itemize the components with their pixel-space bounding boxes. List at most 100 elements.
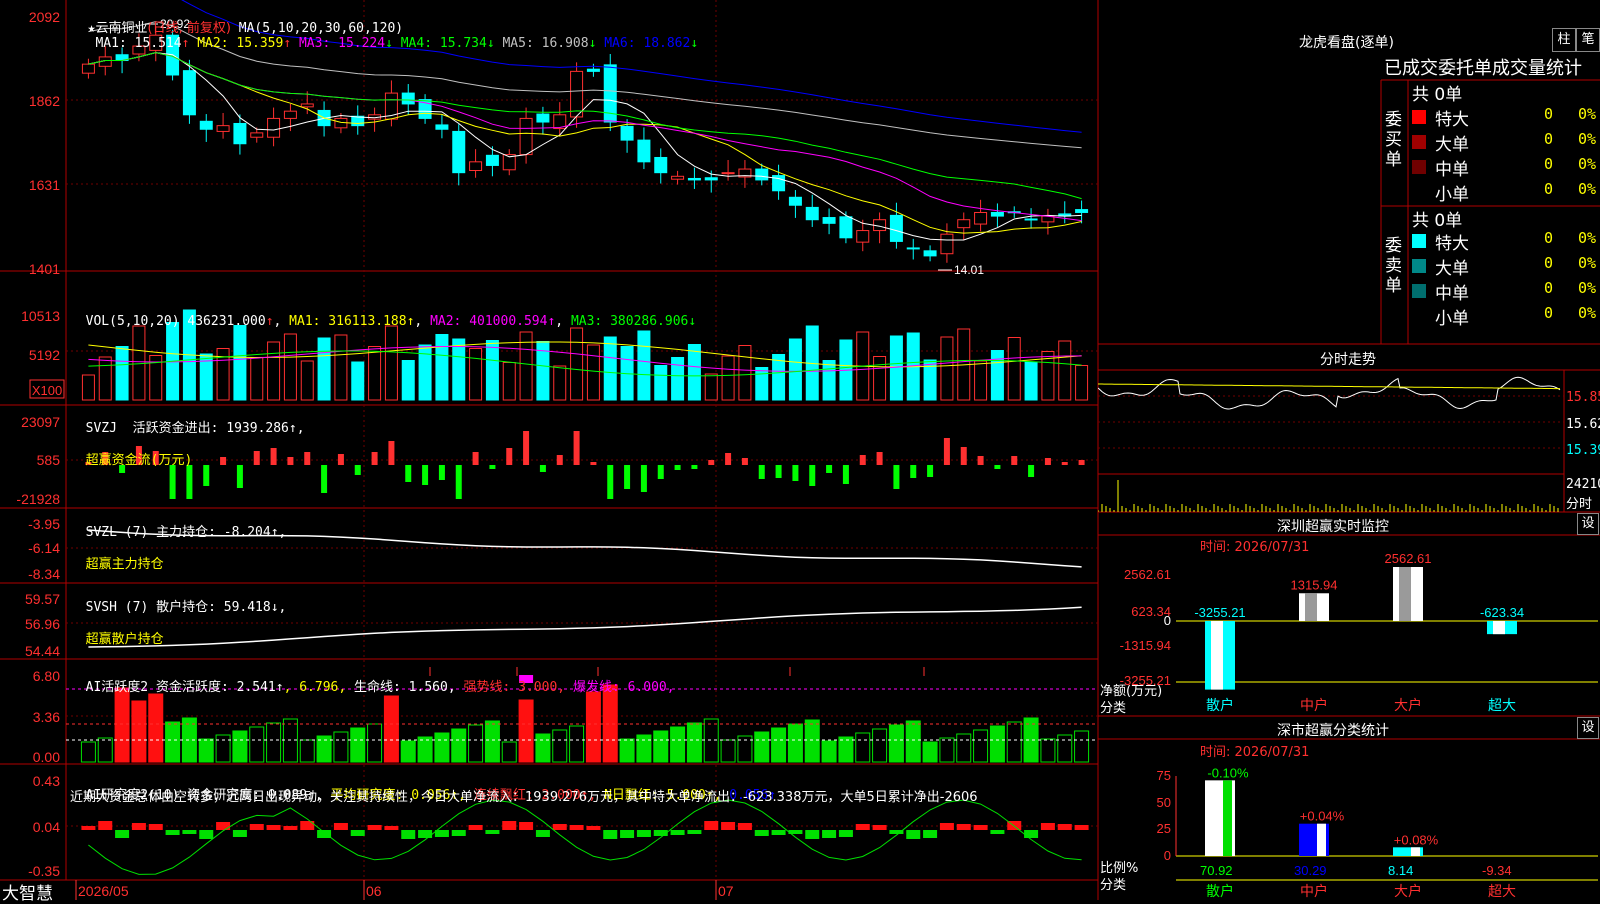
sell-side-label: 委卖单 bbox=[1385, 236, 1402, 296]
volume-bar bbox=[553, 365, 567, 401]
y-tick-research: 0.43 bbox=[33, 773, 60, 789]
volume-bar bbox=[755, 367, 769, 401]
color-swatch bbox=[1412, 234, 1426, 248]
intraday-mid: 15.62 bbox=[1566, 417, 1600, 432]
color-swatch bbox=[1412, 110, 1426, 124]
ai-research-bars bbox=[81, 799, 1089, 875]
ai-activity-bar bbox=[451, 728, 467, 763]
monitor-bar-value: 2562.61 bbox=[1385, 551, 1432, 566]
ma-params: MA(5,10,20,30,60,120) bbox=[238, 21, 404, 36]
monitor-category: 超大 bbox=[1488, 698, 1516, 714]
svsh-sub: 超赢散户持仓 bbox=[85, 632, 164, 647]
ai-activity-bar bbox=[838, 736, 854, 763]
research-bar bbox=[1057, 824, 1072, 830]
candle-body bbox=[283, 110, 297, 119]
order-row: 大单 0 0% bbox=[1410, 130, 1600, 155]
classify-bar-change: -0.10% bbox=[1207, 765, 1249, 780]
vol-label: VOL(5,10,20) bbox=[85, 314, 180, 329]
ai-activity-bar bbox=[602, 684, 618, 763]
svzl-sub: 超赢主力持仓 bbox=[85, 557, 164, 572]
research-bar bbox=[822, 830, 837, 838]
order-size-label: 特大 bbox=[1435, 110, 1469, 130]
y-tick-svsh: 59.57 bbox=[25, 591, 60, 607]
ai-activity-bar bbox=[383, 695, 399, 763]
y-tick-svzj: 23097 bbox=[21, 414, 60, 430]
volume-bar bbox=[603, 336, 617, 401]
ai-activity-bar bbox=[400, 740, 416, 763]
research-bar bbox=[98, 821, 113, 830]
color-swatch bbox=[1412, 284, 1426, 298]
order-pct: 0% bbox=[1578, 279, 1597, 297]
y-tick-svzj: 585 bbox=[37, 452, 61, 468]
ai-activity-bar bbox=[535, 733, 551, 763]
monitor-x-label: 分类 bbox=[1100, 701, 1127, 716]
order-row: 中单 0 0% bbox=[1410, 279, 1600, 304]
color-swatch bbox=[1412, 259, 1426, 273]
order-count: 0 bbox=[1544, 130, 1554, 148]
y-tick-price: 1862 bbox=[29, 93, 60, 109]
research-bar bbox=[906, 830, 921, 839]
classify-settings-button[interactable]: 设 bbox=[1577, 717, 1599, 739]
research-bar bbox=[1040, 823, 1055, 830]
candle-body bbox=[586, 68, 600, 72]
volume-bar bbox=[687, 344, 701, 401]
monitor-bar bbox=[1299, 593, 1329, 621]
order-count: 0 bbox=[1544, 105, 1554, 123]
research-bar bbox=[199, 830, 214, 839]
order-size-label: 小单 bbox=[1435, 185, 1469, 205]
ai-activity-bar bbox=[804, 719, 820, 763]
y-tick-vol: 10513 bbox=[21, 308, 60, 324]
candle-body bbox=[889, 214, 903, 242]
order-row: 小单 0 0% bbox=[1410, 304, 1600, 329]
candle-body bbox=[401, 92, 415, 105]
research-bar bbox=[131, 823, 146, 830]
flow-bar bbox=[607, 465, 614, 499]
research-bar bbox=[805, 830, 820, 839]
order-count: 0 bbox=[1544, 180, 1554, 198]
ai-activity-bar bbox=[434, 732, 450, 763]
intraday-title: 分时走势 bbox=[1320, 352, 1376, 368]
monitor-settings-button[interactable]: 设 bbox=[1577, 513, 1599, 535]
monitor-bar-shade bbox=[1305, 593, 1317, 621]
research-bar bbox=[636, 830, 651, 837]
order-pct: 0% bbox=[1578, 130, 1597, 148]
flow-bar bbox=[876, 452, 883, 465]
buy-side-label: 委买单 bbox=[1385, 110, 1402, 170]
life-line-label: 生命线: 1.560, bbox=[354, 680, 464, 695]
ai-activity-bar bbox=[1040, 738, 1056, 763]
volume-header: VOL(5,10,20) 436231.000↑, MA1: 316113.18… bbox=[85, 314, 697, 329]
monitor-bar bbox=[1393, 567, 1423, 621]
flow-bar bbox=[169, 465, 176, 499]
order-pct: 0% bbox=[1578, 155, 1597, 173]
order-pct: 0% bbox=[1578, 229, 1597, 247]
research-bar bbox=[872, 825, 887, 830]
volume-bar bbox=[317, 337, 331, 401]
volume-bar bbox=[1024, 361, 1038, 401]
volume-bar bbox=[267, 341, 281, 401]
ai-activity-bar bbox=[619, 738, 635, 763]
flow-bar bbox=[624, 465, 631, 489]
order-size-label: 中单 bbox=[1435, 160, 1469, 180]
intraday-chart[interactable] bbox=[1098, 370, 1600, 512]
research-bar bbox=[956, 824, 971, 830]
candlestick-series bbox=[81, 26, 1089, 263]
order-size-label: 大单 bbox=[1435, 259, 1469, 279]
candle-body bbox=[923, 250, 937, 257]
research-bar bbox=[485, 830, 500, 834]
monitor-bar-value: -623.34 bbox=[1480, 605, 1524, 620]
classify-y-tick: 25 bbox=[1157, 821, 1171, 836]
research-bar bbox=[182, 830, 197, 834]
classify-category: 超大 bbox=[1488, 884, 1516, 900]
flow-bar bbox=[1061, 462, 1068, 465]
monitor-category: 大户 bbox=[1394, 697, 1422, 714]
period-label[interactable]: (日线, 前复权) bbox=[148, 21, 231, 36]
research-bar bbox=[434, 830, 449, 837]
ma-value-6: MA6: 18.862 bbox=[596, 36, 691, 51]
candle-body bbox=[81, 63, 95, 74]
flow-bar bbox=[1078, 460, 1085, 465]
volume-bar bbox=[452, 338, 466, 401]
x-label: 07 bbox=[718, 883, 734, 899]
research-bar bbox=[232, 830, 247, 837]
volume-bar bbox=[300, 360, 314, 401]
research-bar bbox=[990, 830, 1005, 834]
